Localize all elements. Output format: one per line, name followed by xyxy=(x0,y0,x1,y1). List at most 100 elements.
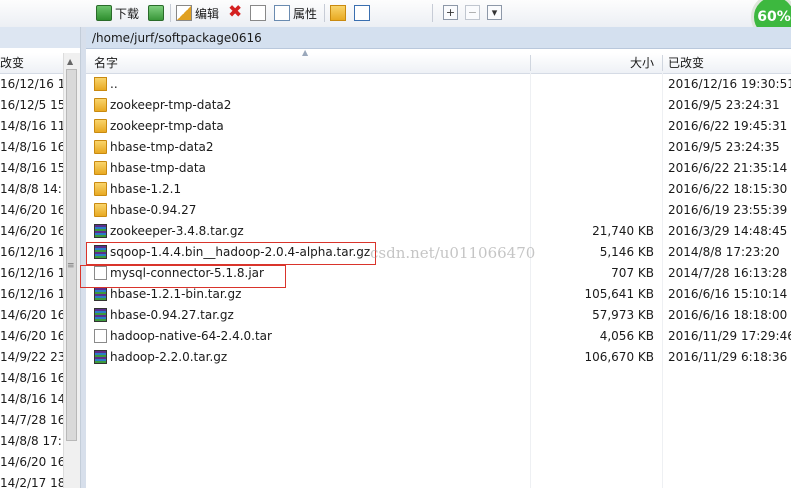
file-modified: 2016/11/29 17:29:46 xyxy=(668,329,791,343)
folder-icon xyxy=(94,161,107,175)
archive-icon xyxy=(94,350,107,364)
local-file-row[interactable]: 14/7/28 16 xyxy=(0,410,63,431)
rename-icon[interactable] xyxy=(250,5,266,21)
file-name: hbase-0.94.27.tar.gz xyxy=(110,308,234,322)
local-file-row[interactable]: 14/8/16 11 xyxy=(0,116,63,137)
file-modified: 2016/12/16 19:30:51 xyxy=(668,77,791,91)
local-file-row[interactable]: 16/12/16 1 xyxy=(0,284,63,305)
transfer-icon[interactable] xyxy=(148,5,164,21)
folder-icon xyxy=(94,182,107,196)
file-size: 707 KB xyxy=(611,266,654,280)
highlight-box xyxy=(80,265,286,288)
file-row[interactable]: hadoop-native-64-2.4.0.tar 4,056 KB 2016/1… xyxy=(86,326,791,347)
local-file-row[interactable]: 16/12/5 15 xyxy=(0,95,63,116)
local-file-row[interactable]: 14/8/8 17: xyxy=(0,431,63,452)
column-name[interactable]: 名字 xyxy=(94,53,118,73)
file-modified: 2016/6/16 15:10:14 xyxy=(668,287,788,301)
file-modified: 2016/9/5 23:24:31 xyxy=(668,98,780,112)
file-name: hbase-0.94.27 xyxy=(110,203,197,217)
download-label: 下载 xyxy=(115,6,140,21)
file-name: hadoop-native-64-2.4.0.tar xyxy=(110,329,272,343)
delete-icon[interactable]: ✖ xyxy=(228,2,242,22)
local-file-row[interactable]: 14/6/20 16 xyxy=(0,305,63,326)
local-file-row[interactable]: 14/6/20 16 xyxy=(0,221,63,242)
watermark: csdn.net/u011066470 xyxy=(370,244,536,262)
file-row[interactable]: hadoop-2.2.0.tar.gz 106,670 KB 2016/11/29 … xyxy=(86,347,791,368)
local-file-row[interactable]: 16/12/16 1 xyxy=(0,242,63,263)
edit-icon xyxy=(176,5,192,21)
file-row[interactable]: hbase-tmp-data 2016/6/22 21:35:14 xyxy=(86,158,791,179)
properties-icon xyxy=(274,5,290,21)
local-file-row[interactable]: 14/6/20 16 xyxy=(0,200,63,221)
archive-icon xyxy=(94,308,107,322)
file-modified: 2016/6/22 18:15:30 xyxy=(668,182,788,196)
folder-icon xyxy=(94,140,107,154)
local-column-modified[interactable]: 改变 xyxy=(0,53,63,74)
local-file-row[interactable]: 14/2/17 18 xyxy=(0,473,63,494)
file-name: hbase-1.2.1 xyxy=(110,182,182,196)
remote-path-bar[interactable]: /home/jurf/softpackage0616 xyxy=(86,27,791,49)
edit-button[interactable]: 编辑 xyxy=(176,4,219,22)
file-row[interactable]: zookeepr-tmp-data 2016/6/22 19:45:31 xyxy=(86,116,791,137)
new-folder-icon[interactable] xyxy=(330,5,346,21)
download-icon xyxy=(96,5,112,21)
column-divider[interactable] xyxy=(662,55,663,71)
scrollbar-grip-icon: ≡ xyxy=(67,261,75,271)
column-modified[interactable]: 已改变 xyxy=(668,53,704,73)
file-modified: 2016/9/5 23:24:35 xyxy=(668,140,780,154)
file-row[interactable]: hbase-0.94.27 2016/6/19 23:55:39 xyxy=(86,200,791,221)
scrollbar-thumb[interactable] xyxy=(66,69,77,441)
collapse-icon[interactable]: − xyxy=(465,5,480,20)
file-modified: 2016/11/29 6:18:36 xyxy=(668,350,788,364)
filter-icon[interactable]: ▾ xyxy=(487,5,502,20)
local-file-row[interactable]: 14/9/22 23 xyxy=(0,347,63,368)
file-modified: 2016/6/19 23:55:39 xyxy=(668,203,788,217)
file-modified: 2016/3/29 14:48:45 xyxy=(668,224,788,238)
file-row[interactable]: hbase-tmp-data2 2016/9/5 23:24:35 xyxy=(86,137,791,158)
local-file-row[interactable]: 14/8/8 14: xyxy=(0,179,63,200)
file-modified: 2016/6/22 21:35:14 xyxy=(668,161,788,175)
file-row[interactable]: .. 2016/12/16 19:30:51 xyxy=(86,74,791,95)
file-name: .. xyxy=(110,77,118,91)
file-size: 105,641 KB xyxy=(584,287,654,301)
highlight-box xyxy=(86,242,376,265)
archive-icon xyxy=(94,287,107,301)
file-size: 4,056 KB xyxy=(599,329,654,343)
download-button[interactable]: 下载 xyxy=(96,4,139,22)
folder-icon xyxy=(94,119,107,133)
local-file-row[interactable]: 14/8/16 16 xyxy=(0,137,63,158)
properties-button[interactable]: 属性 xyxy=(274,4,317,22)
toolbar-separator xyxy=(432,4,433,22)
file-row[interactable]: hbase-0.94.27.tar.gz 57,973 KB 2016/6/16 1… xyxy=(86,305,791,326)
expand-icon[interactable]: + xyxy=(443,5,458,20)
file-name: zookeeper-3.4.8.tar.gz xyxy=(110,224,244,238)
local-file-row[interactable]: 14/6/20 16 xyxy=(0,326,63,347)
column-size[interactable]: 大小 xyxy=(530,53,654,73)
properties-view-icon[interactable] xyxy=(354,5,370,21)
local-scrollbar[interactable]: ▲ ≡ xyxy=(63,53,80,488)
file-row[interactable]: zookeepr-tmp-data2 2016/9/5 23:24:31 xyxy=(86,95,791,116)
local-file-row[interactable]: 16/12/16 1 xyxy=(0,74,63,95)
file-row[interactable]: hbase-1.2.1 2016/6/22 18:15:30 xyxy=(86,179,791,200)
local-file-row[interactable]: 16/12/16 1 xyxy=(0,263,63,284)
scroll-up-icon[interactable]: ▲ xyxy=(67,57,73,66)
file-modified: 2014/8/8 17:23:20 xyxy=(668,245,780,259)
local-file-row[interactable]: 14/8/16 16 xyxy=(0,368,63,389)
file-name: zookeepr-tmp-data2 xyxy=(110,98,232,112)
file-size: 57,973 KB xyxy=(592,308,654,322)
file-modified: 2016/6/16 18:18:00 xyxy=(668,308,788,322)
file-size: 106,670 KB xyxy=(584,350,654,364)
local-file-row[interactable]: 14/8/16 15 xyxy=(0,158,63,179)
file-row[interactable]: zookeeper-3.4.8.tar.gz 21,740 KB 2016/3/29… xyxy=(86,221,791,242)
file-name: zookeepr-tmp-data xyxy=(110,119,224,133)
local-file-row[interactable]: 14/8/16 14 xyxy=(0,389,63,410)
toolbar: 下载 编辑 ✖ 属性 + − ▾ xyxy=(0,0,791,28)
toolbar-separator xyxy=(324,4,325,22)
local-file-row[interactable]: 14/6/20 16 xyxy=(0,452,63,473)
file-modified: 2014/7/28 16:13:28 xyxy=(668,266,788,280)
remote-column-header: 名字 大小 已改变 xyxy=(86,53,791,74)
properties-label: 属性 xyxy=(293,6,318,21)
local-pane: 改变 16/12/16 1 16/12/5 15 14/8/16 11 14/8/16… xyxy=(0,27,80,490)
archive-icon xyxy=(94,224,107,238)
file-name: hadoop-2.2.0.tar.gz xyxy=(110,350,228,364)
